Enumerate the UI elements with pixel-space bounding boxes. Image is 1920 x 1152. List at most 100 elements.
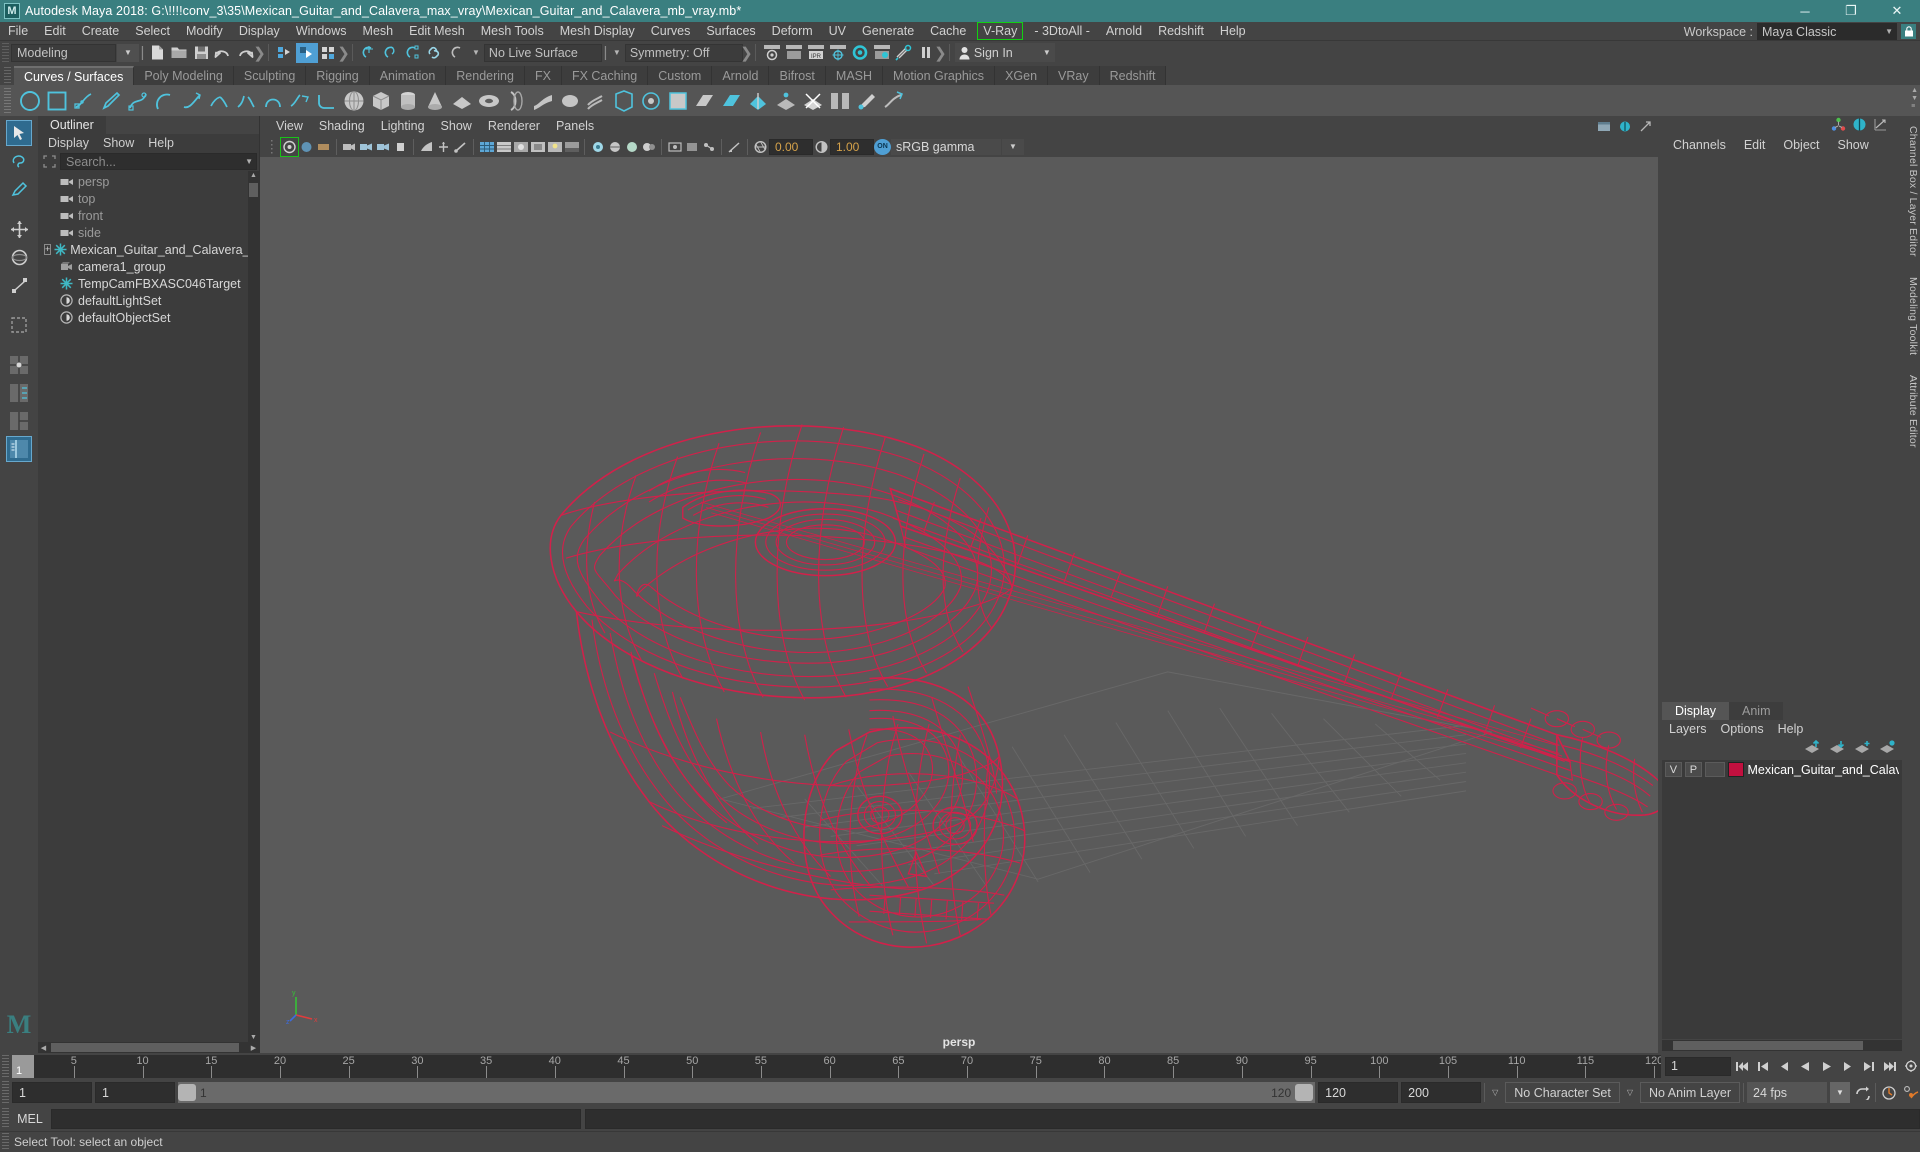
status-line-grip[interactable] [2, 1133, 9, 1151]
menu-redshift[interactable]: Redshift [1150, 22, 1212, 41]
ipr-render-icon[interactable]: IPR [805, 43, 827, 63]
textured-icon[interactable] [529, 138, 546, 156]
shadows-icon[interactable] [563, 138, 580, 156]
layout-two-split-icon[interactable] [6, 380, 32, 406]
character-set-dropdown[interactable]: No Character Set [1505, 1082, 1620, 1103]
layer-list[interactable]: V P Mexican_Guitar_and_Calavera [1662, 760, 1902, 1039]
animation-preferences-gear-icon[interactable] [1901, 1083, 1920, 1102]
graph-editor-icon[interactable] [1873, 117, 1888, 135]
layer-display-type-toggle[interactable] [1704, 762, 1725, 777]
surface-fillet-icon[interactable] [826, 87, 853, 114]
scroll-down-icon[interactable]: ▼ [249, 1033, 258, 1042]
command-line-grip[interactable] [2, 1108, 9, 1129]
bezier-curve-tool-icon[interactable] [124, 87, 151, 114]
nurbs-circle-icon[interactable] [16, 87, 43, 114]
menu-surfaces[interactable]: Surfaces [698, 22, 763, 41]
rebuild-curve-icon[interactable] [286, 87, 313, 114]
outliner-hscroll-thumb[interactable] [51, 1043, 239, 1052]
last-tool-used-icon[interactable] [6, 312, 32, 338]
project-curve-icon[interactable] [772, 87, 799, 114]
channelbox-menu-channels[interactable]: Channels [1664, 136, 1735, 155]
range-start-field[interactable]: 1 [95, 1082, 175, 1103]
channelbox-menu-object[interactable]: Object [1774, 136, 1828, 155]
move-layer-up-icon[interactable] [1804, 739, 1821, 757]
outliner-tab[interactable]: Outliner [38, 116, 106, 134]
viewport-grip-icon[interactable] [264, 138, 281, 156]
panel-sync-icon[interactable] [1616, 117, 1633, 135]
anim-layer-dropdown[interactable]: No Anim Layer [1640, 1082, 1740, 1103]
symmetry-field[interactable]: Symmetry: Off [624, 43, 743, 62]
bevel-plus-icon[interactable] [718, 87, 745, 114]
shelf-tab-mash[interactable]: MASH [825, 66, 884, 85]
lasso-tool-icon[interactable] [6, 148, 32, 174]
rotate-tool-icon[interactable] [6, 244, 32, 270]
layer-menu-options[interactable]: Options [1714, 720, 1771, 738]
shelf-tab-redshift[interactable]: Redshift [1099, 66, 1167, 85]
range-end-field[interactable]: 120 [1318, 1082, 1399, 1103]
extrude-icon[interactable] [583, 87, 610, 114]
shelf-tab-poly-modeling[interactable]: Poly Modeling [134, 66, 234, 85]
command-language-label[interactable]: MEL [13, 1112, 47, 1126]
viewport-menu-renderer[interactable]: Renderer [480, 116, 548, 136]
lock-icon[interactable] [1901, 24, 1916, 39]
anim-end-field[interactable]: 200 [1401, 1082, 1482, 1103]
loft-icon[interactable] [529, 87, 556, 114]
menu-arnold[interactable]: Arnold [1098, 22, 1150, 41]
shelf-scroll-arrows[interactable]: ▲ ▼ ≡ [1911, 87, 1918, 110]
scroll-up-icon[interactable]: ▲ [249, 171, 258, 180]
layout-outliner-persp-icon[interactable] [6, 436, 32, 462]
layer-hscroll-thumb[interactable] [1673, 1041, 1863, 1050]
shelf-tab-arnold[interactable]: Arnold [712, 66, 770, 85]
save-scene-icon[interactable] [190, 43, 212, 63]
ep-curve-tool-icon[interactable] [70, 87, 97, 114]
step-back-key-icon[interactable] [1754, 1057, 1773, 1076]
gamma-icon[interactable] [813, 138, 830, 156]
menu-curves[interactable]: Curves [643, 22, 699, 41]
nurbs-sphere-icon[interactable] [340, 87, 367, 114]
menu-display[interactable]: Display [231, 22, 288, 41]
wireframe-shading-icon[interactable] [478, 138, 495, 156]
menu-cache[interactable]: Cache [922, 22, 974, 41]
panel-popup-icon[interactable] [1595, 117, 1612, 135]
outliner-item-side[interactable]: side [38, 224, 259, 241]
xray-joints-icon[interactable] [700, 138, 717, 156]
nurbs-cylinder-icon[interactable] [394, 87, 421, 114]
live-surface-field[interactable]: No Live Surface [483, 43, 602, 62]
color-profile-chevron-down-icon[interactable]: ▼ [1002, 138, 1024, 155]
sign-in-chevron-down-icon[interactable]: ▼ [1043, 48, 1051, 57]
camera-attributes-icon[interactable] [298, 138, 315, 156]
close-button[interactable]: ✕ [1874, 0, 1920, 22]
trim-tool-icon[interactable] [799, 87, 826, 114]
layer-menu-help[interactable]: Help [1771, 720, 1811, 738]
menu-select[interactable]: Select [127, 22, 178, 41]
maximize-button[interactable]: ❐ [1828, 0, 1874, 22]
use-all-lights-icon[interactable] [546, 138, 563, 156]
perspective-viewport[interactable]: y x z persp [260, 157, 1658, 1053]
menu-windows[interactable]: Windows [288, 22, 355, 41]
boundary-icon[interactable] [637, 87, 664, 114]
play-backwards-icon[interactable] [1796, 1057, 1815, 1076]
attach-curves-icon[interactable] [205, 87, 232, 114]
auto-keyframe-toggle-icon[interactable] [1879, 1083, 1898, 1102]
search-chevron-down-icon[interactable]: ▼ [245, 157, 253, 166]
outliner-vertical-scrollbar[interactable]: ▲ ▼ [248, 171, 259, 1042]
hypershade-icon[interactable] [849, 43, 871, 63]
shelf-tab-xgen[interactable]: XGen [995, 66, 1049, 85]
statusbar-grip[interactable] [2, 42, 9, 63]
layout-three-split-icon[interactable] [6, 408, 32, 434]
menu-uv[interactable]: UV [821, 22, 854, 41]
screen-space-ao-icon[interactable] [589, 138, 606, 156]
multisample-aa-icon[interactable] [623, 138, 640, 156]
outliner-menu-help[interactable]: Help [142, 134, 180, 152]
time-slider-track[interactable]: 1 5 10 15 20 25 30 35 40 45 50 55 60 65 70 75 80 85 90 95 1… [12, 1054, 1661, 1078]
command-input-field[interactable] [51, 1108, 581, 1129]
isolate-select-icon[interactable] [666, 138, 683, 156]
search-scope-icon[interactable] [40, 153, 58, 170]
shelf-tab-sculpting[interactable]: Sculpting [233, 66, 307, 85]
xyz-axis-icon[interactable] [1831, 117, 1846, 135]
viewport-menu-view[interactable]: View [268, 116, 311, 136]
three-point-arc-icon[interactable] [178, 87, 205, 114]
planar-icon[interactable] [556, 87, 583, 114]
expand-toggle-icon[interactable]: + [44, 244, 52, 255]
menu-3dtoall[interactable]: - 3DtoAll - [1026, 22, 1098, 41]
